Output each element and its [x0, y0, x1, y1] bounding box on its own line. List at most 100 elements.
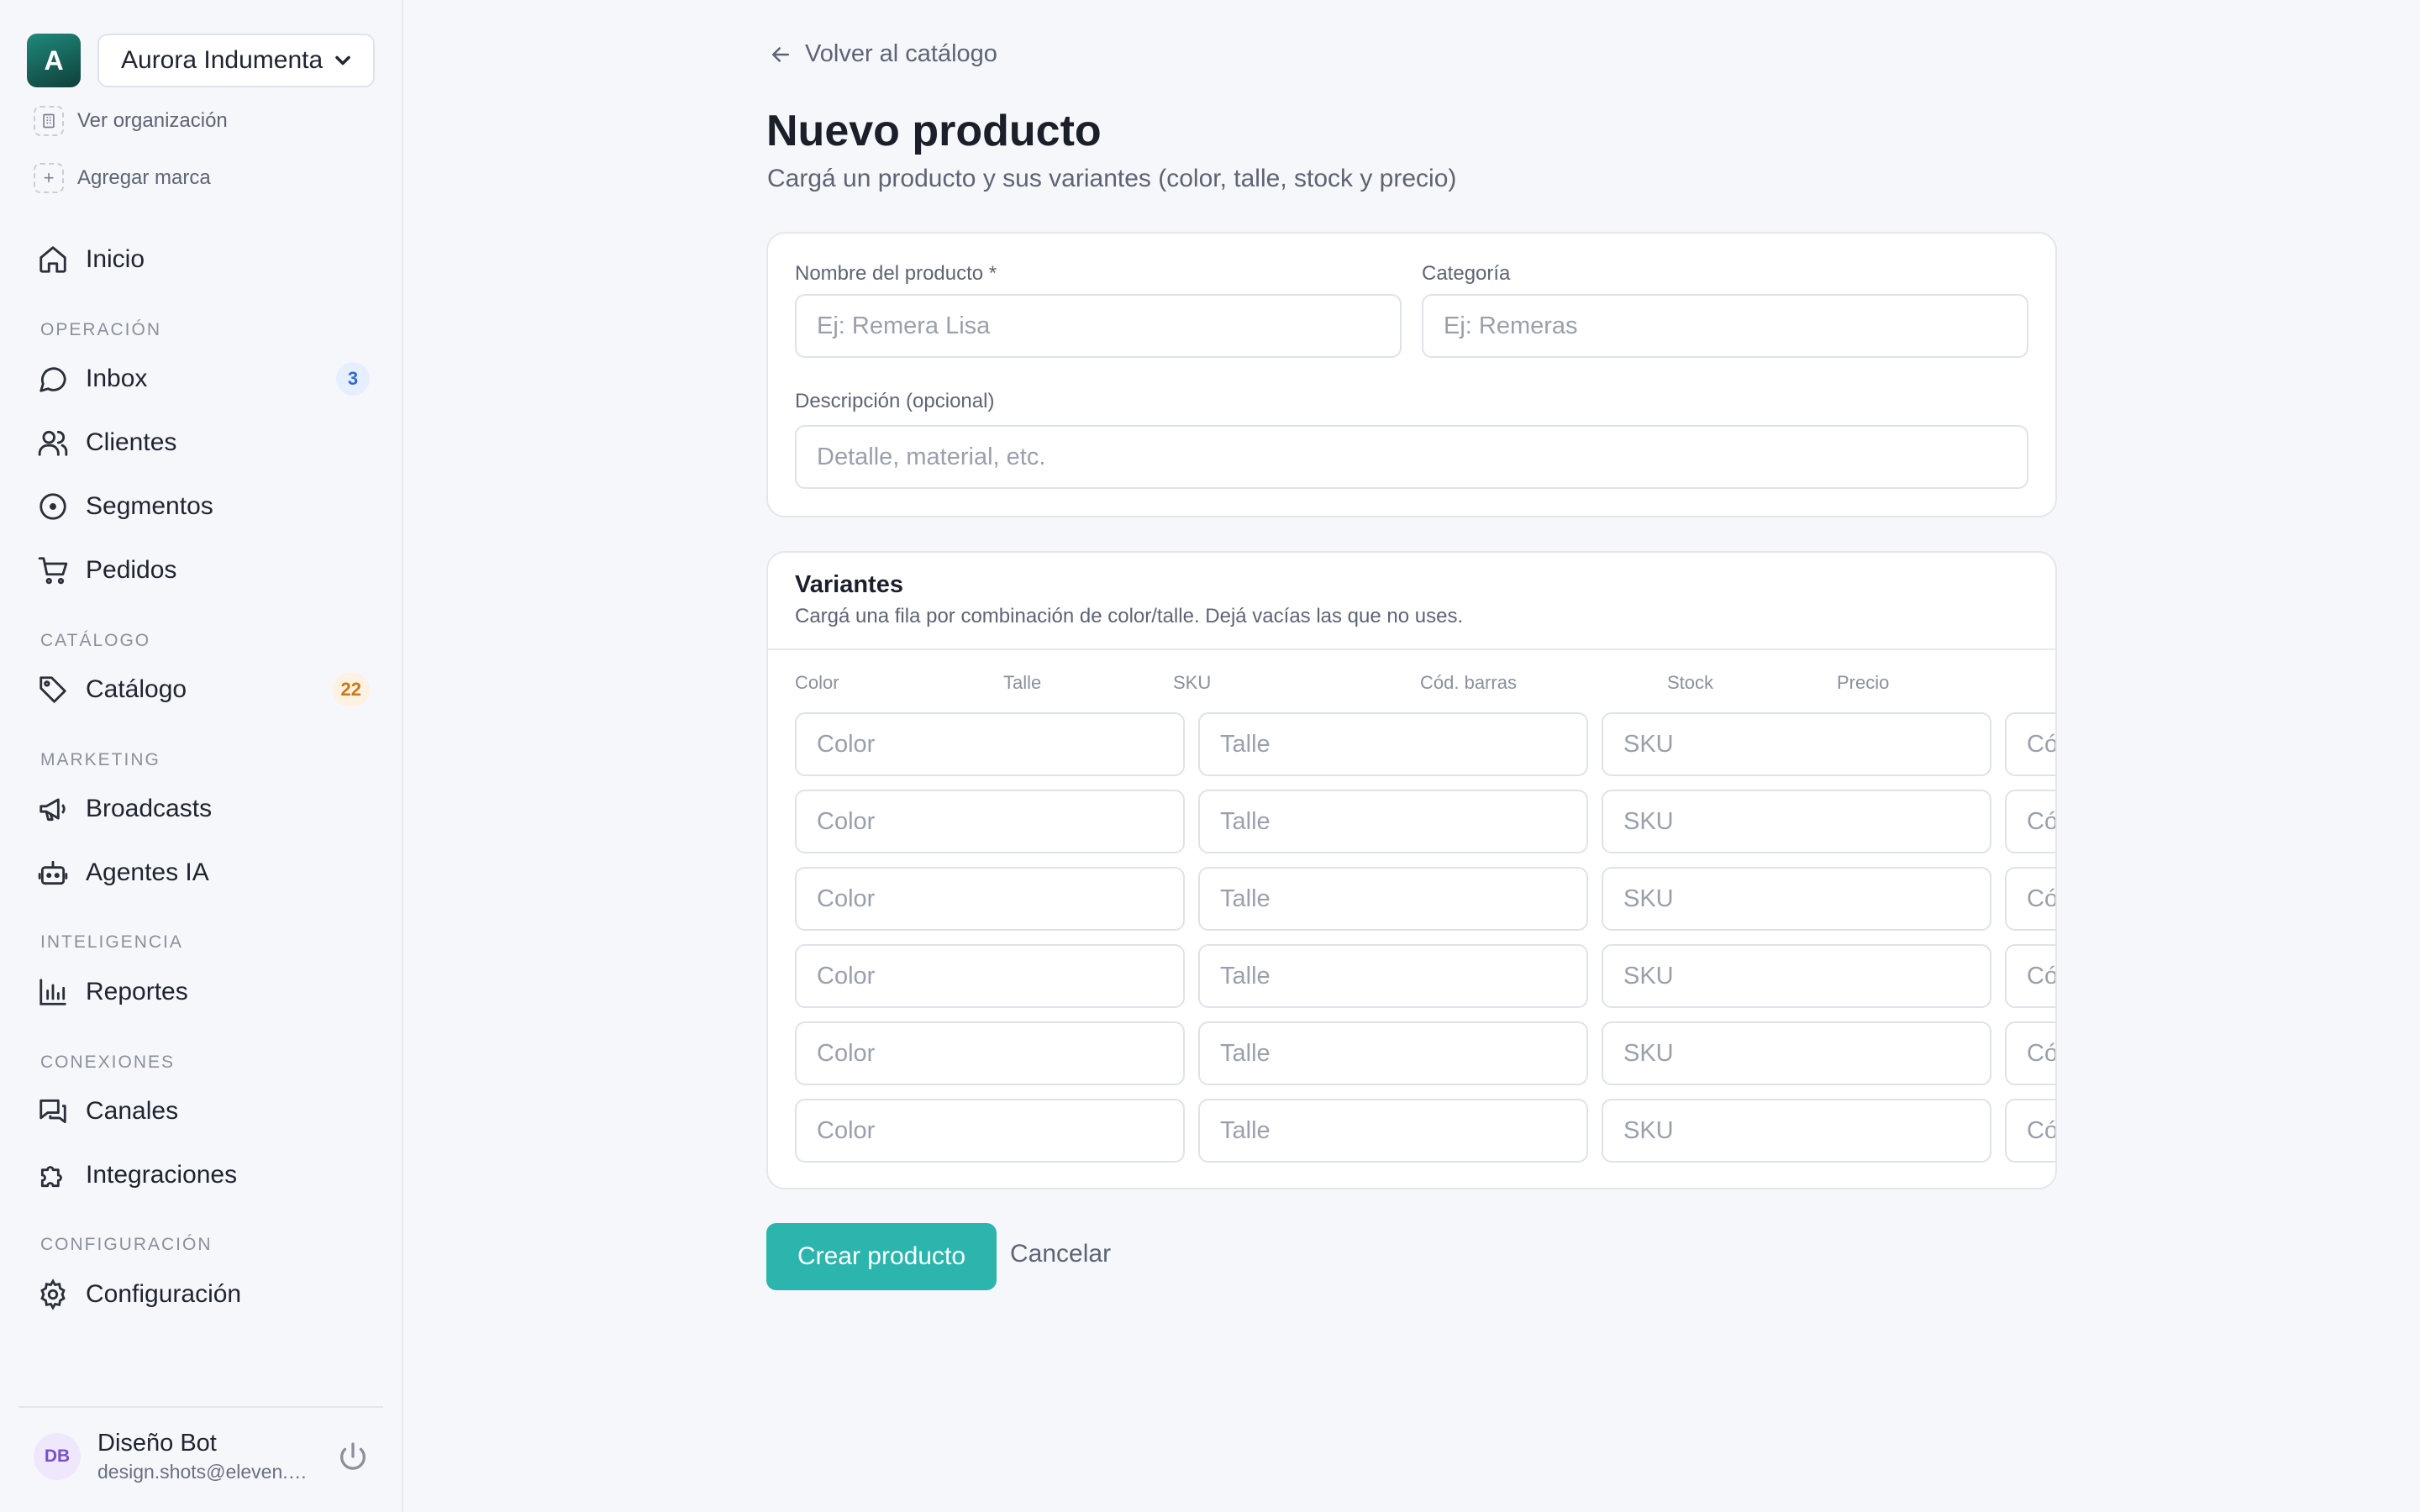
sidebar-item-label: Canales [86, 1097, 179, 1125]
variant-color-input[interactable]: Color [795, 1021, 1185, 1085]
back-to-catalog-link[interactable]: Volver al catálogo [768, 40, 997, 68]
variants-card: Variantes Cargá una fila por combinación… [766, 551, 2057, 1189]
variant-sku-input[interactable]: SKU [1602, 790, 1991, 853]
variant-size-input[interactable]: Talle [1198, 1099, 1588, 1163]
description-label: Descripción (opcional) [795, 390, 995, 412]
variant-barcode-input[interactable]: Cód. barras [2005, 867, 2055, 931]
section-label-intelligence: INTELIGENCIA [40, 932, 183, 952]
add-brand-label: Agregar marca [77, 166, 211, 189]
variant-color-input[interactable]: Color [795, 867, 1185, 931]
sidebar-item-clients[interactable]: Clientes [37, 417, 370, 468]
divider [768, 648, 2055, 650]
variant-barcode-input[interactable]: Cód. barras [2005, 944, 2055, 1008]
sidebar-item-channels[interactable]: Canales [37, 1086, 370, 1137]
add-brand-link[interactable]: + Agregar marca [34, 163, 211, 193]
inbox-count-badge: 3 [336, 362, 370, 396]
sidebar-item-inbox[interactable]: Inbox 3 [37, 354, 370, 404]
variant-size-input[interactable]: Talle [1198, 712, 1588, 776]
user-email: design.shots@eleven.app [97, 1461, 308, 1483]
bar-chart-icon [39, 979, 66, 1005]
user-info: Diseño Bot design.shots@eleven.app [97, 1430, 308, 1483]
sidebar-item-catalog[interactable]: Catálogo 22 [37, 664, 370, 715]
variant-color-input[interactable]: Color [795, 712, 1185, 776]
category-input[interactable]: Ej: Remeras [1422, 294, 2028, 358]
column-header-stock: Stock [1667, 672, 1714, 693]
variant-size-input[interactable]: Talle [1198, 790, 1588, 853]
org-avatar: A [27, 34, 81, 87]
variant-sku-input[interactable]: SKU [1602, 867, 1991, 931]
sidebar-item-home[interactable]: Inicio [37, 234, 370, 285]
product-details-card: Nombre del producto * Ej: Remera Lisa Ca… [766, 232, 2057, 517]
catalog-count-badge: 22 [332, 673, 370, 706]
variant-sku-input[interactable]: SKU [1602, 944, 1991, 1008]
home-icon [39, 246, 66, 273]
puzzle-icon [40, 1166, 62, 1188]
sidebar-item-label: Clientes [86, 428, 177, 456]
sidebar-item-label: Agentes IA [86, 858, 209, 886]
view-org-label: Ver organización [77, 109, 228, 132]
variant-color-input[interactable]: Color [795, 790, 1185, 853]
shopping-cart-icon [38, 557, 68, 585]
variant-sku-input[interactable]: SKU [1602, 712, 1991, 776]
description-input[interactable]: Detalle, material, etc. [795, 425, 2028, 489]
variant-color-input[interactable]: Color [795, 944, 1185, 1008]
sidebar-item-broadcasts[interactable]: Broadcasts [37, 784, 370, 834]
org-switcher: A Aurora Indumentaria [27, 34, 375, 87]
chevron-down-icon [335, 55, 350, 66]
gear-icon [40, 1278, 66, 1310]
user-footer: DB Diseño Bot design.shots@eleven.app [18, 1406, 383, 1483]
page-subtitle: Cargá un producto y sus variantes (color… [767, 165, 1457, 192]
section-label-connections: CONEXIONES [40, 1053, 176, 1072]
column-header-color: Color [795, 672, 839, 693]
section-label-config: CONFIGURACIÓN [40, 1235, 213, 1254]
avatar: DB [34, 1433, 81, 1480]
sidebar-item-label: Integraciones [86, 1161, 238, 1189]
column-header-barcode: Cód. barras [1420, 672, 1517, 693]
users-icon [38, 430, 68, 456]
bot-icon [38, 860, 68, 885]
variant-barcode-input[interactable]: Cód. barras [2005, 1021, 2055, 1085]
sidebar-item-segments[interactable]: Segmentos [37, 481, 370, 532]
column-header-sku: SKU [1173, 672, 1212, 693]
variant-size-input[interactable]: Talle [1198, 1021, 1588, 1085]
sidebar-item-label: Catálogo [86, 675, 187, 703]
sidebar-item-label: Reportes [86, 978, 188, 1005]
user-name: Diseño Bot [97, 1430, 217, 1457]
view-org-link[interactable]: Ver organización [34, 106, 228, 136]
variant-sku-input[interactable]: SKU [1602, 1021, 1991, 1085]
variant-barcode-input[interactable]: Cód. barras [2005, 790, 2055, 853]
product-name-input[interactable]: Ej: Remera Lisa [795, 294, 1402, 358]
create-product-button[interactable]: Crear producto [766, 1223, 997, 1290]
variant-barcode-input[interactable]: Cód. barras [2005, 712, 2055, 776]
sidebar-item-integrations[interactable]: Integraciones [37, 1150, 370, 1200]
product-name-label: Nombre del producto * [795, 262, 997, 285]
sidebar-item-label: Broadcasts [86, 795, 213, 822]
power-icon[interactable] [336, 1440, 370, 1473]
variant-size-input[interactable]: Talle [1198, 867, 1588, 931]
megaphone-icon [39, 798, 66, 822]
section-label-marketing: MARKETING [40, 750, 160, 769]
column-header-price: Precio [1837, 672, 1890, 693]
chat-bubble-icon [39, 367, 66, 392]
sidebar-item-agents[interactable]: Agentes IA [37, 848, 370, 898]
variant-size-input[interactable]: Talle [1198, 944, 1588, 1008]
sidebar-item-settings[interactable]: Configuración [37, 1269, 370, 1320]
sidebar-item-label: Inicio [86, 245, 145, 273]
variant-color-input[interactable]: Color [795, 1099, 1185, 1163]
variant-barcode-input[interactable]: Cód. barras [2005, 1099, 2055, 1163]
cancel-button[interactable]: Cancelar [1010, 1240, 1111, 1268]
sidebar-item-label: Pedidos [86, 556, 177, 584]
building-icon [34, 106, 64, 136]
sidebar-item-reports[interactable]: Reportes [37, 967, 370, 1017]
org-select[interactable]: Aurora Indumentaria [97, 34, 375, 87]
messages-icon [39, 1099, 66, 1124]
variant-sku-input[interactable]: SKU [1602, 1099, 1991, 1163]
arrow-left-icon [772, 46, 789, 62]
back-label: Volver al catálogo [805, 40, 997, 67]
plus-icon: + [34, 163, 64, 193]
target-icon [39, 493, 66, 520]
sidebar-item-orders[interactable]: Pedidos [37, 545, 370, 596]
variants-title: Variantes [795, 571, 903, 598]
variants-subtitle: Cargá una fila por combinación de color/… [795, 605, 1464, 627]
category-label: Categoría [1422, 262, 1511, 285]
